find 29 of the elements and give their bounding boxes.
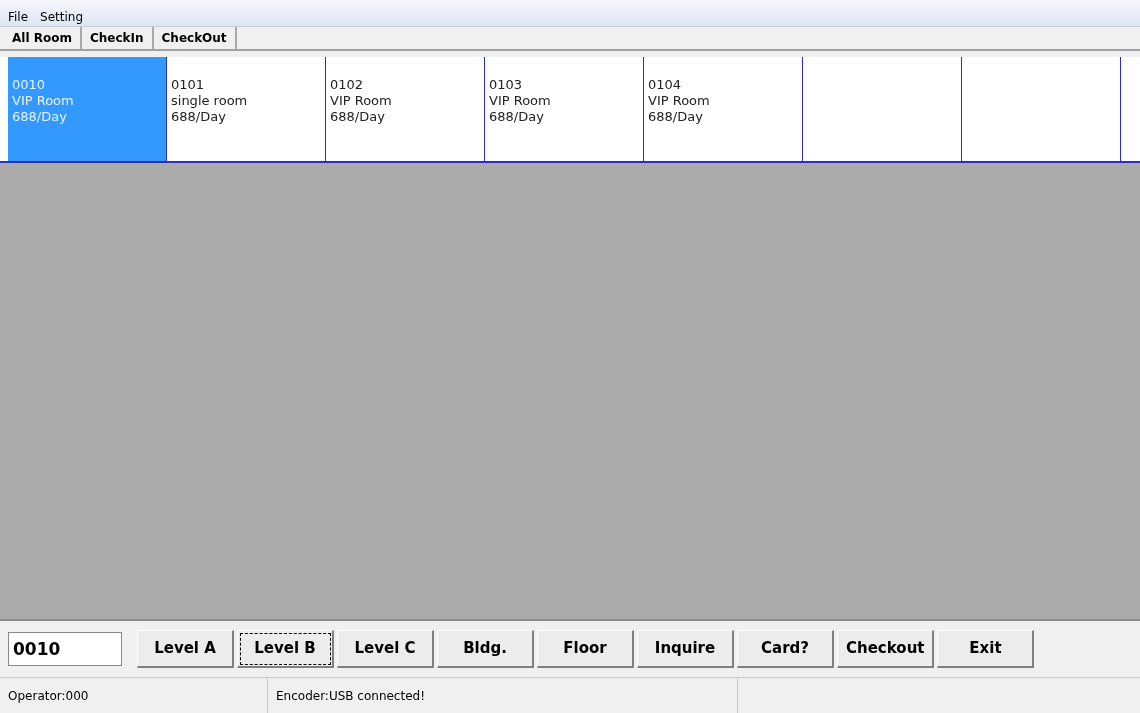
action-button[interactable]: Card? — [737, 630, 834, 668]
status-panel: Operator:000 — [0, 678, 268, 713]
status-panel: Encoder:USB connected! — [268, 678, 738, 713]
action-button[interactable]: Checkout — [837, 630, 935, 668]
room-number: 0102 — [330, 77, 365, 93]
room-price: 688/Day — [12, 109, 68, 125]
room-price: 688/Day — [330, 109, 386, 125]
action-button[interactable]: Bldg. — [437, 630, 534, 668]
room-price: 688/Day — [171, 109, 227, 125]
room-number: 0010 — [12, 77, 47, 93]
action-button[interactable]: Inquire — [637, 630, 734, 668]
room-type: VIP Room — [648, 93, 711, 109]
action-button[interactable]: Floor — [537, 630, 634, 668]
room-price: 688/Day — [648, 109, 704, 125]
room-type: VIP Room — [12, 93, 75, 109]
action-button[interactable]: Level B — [237, 630, 334, 668]
room-number: 0101 — [171, 77, 206, 93]
action-button[interactable]: Level C — [337, 630, 434, 668]
menu-item[interactable]: File — [8, 7, 29, 26]
action-button[interactable]: Exit — [937, 630, 1035, 668]
action-button[interactable]: Level A — [137, 630, 234, 668]
room-number: 0104 — [648, 77, 683, 93]
room-number-field[interactable]: 0010 — [8, 632, 122, 666]
room-number: 0103 — [489, 77, 524, 93]
room-type: VIP Room — [330, 93, 393, 109]
menu-item[interactable]: Setting — [40, 7, 84, 26]
room-type: single room — [171, 93, 249, 109]
room-type: VIP Room — [489, 93, 552, 109]
room-price: 688/Day — [489, 109, 545, 125]
